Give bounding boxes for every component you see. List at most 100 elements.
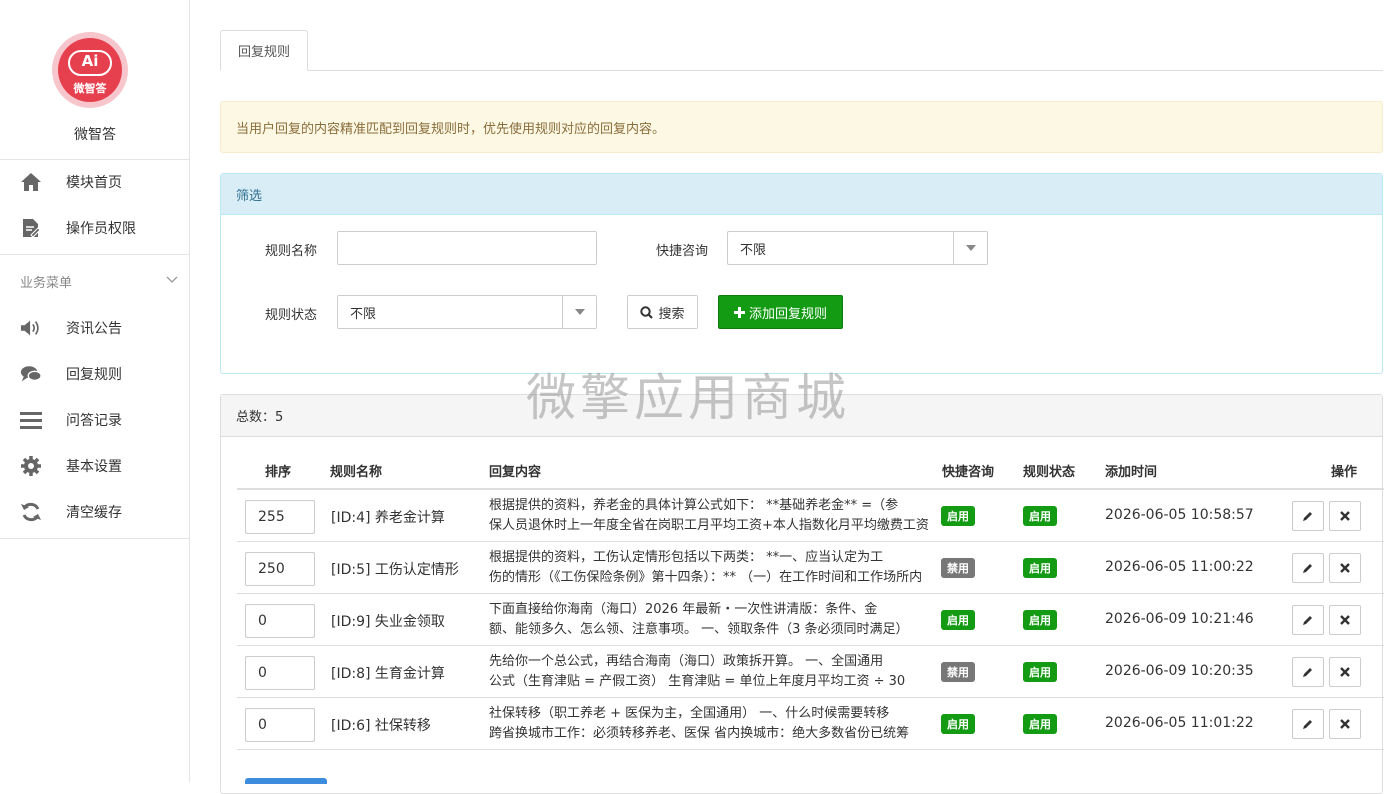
chevron-down-icon bbox=[562, 296, 596, 328]
section-title: 业务菜单 bbox=[20, 276, 73, 291]
delete-button[interactable] bbox=[1329, 709, 1361, 739]
edit-button[interactable] bbox=[1292, 501, 1324, 531]
col-actions: 操作 bbox=[1331, 465, 1358, 480]
close-icon bbox=[1340, 719, 1350, 729]
rule-status-label: 规则状态 bbox=[265, 308, 318, 323]
sidebar-item-home[interactable]: 模块首页 bbox=[0, 159, 190, 205]
delete-button[interactable] bbox=[1329, 605, 1361, 635]
rule-name: [ID:4] 养老金计算 bbox=[331, 510, 445, 526]
close-icon bbox=[1340, 563, 1350, 573]
added-time: 2026-06-09 10:20:35 bbox=[1105, 663, 1254, 679]
home-icon bbox=[20, 171, 42, 193]
delete-button[interactable] bbox=[1329, 501, 1361, 531]
pencil-icon bbox=[1303, 564, 1312, 573]
quick-badge[interactable]: 启用 bbox=[941, 610, 975, 630]
col-sort: 排序 bbox=[265, 465, 292, 480]
quick-badge[interactable]: 启用 bbox=[941, 714, 975, 734]
reply-content: 根据提供的资料，工伤认定情形包括以下两类： **一、应当认定为工 伤的情形（《工伤… bbox=[489, 550, 923, 585]
refresh-icon bbox=[20, 501, 42, 523]
added-time: 2026-06-05 10:58:57 bbox=[1105, 507, 1254, 523]
col-time: 添加时间 bbox=[1105, 465, 1158, 480]
table-row: 250 [ID:5] 工伤认定情形 根据提供的资料，工伤认定情形包括以下两类： … bbox=[237, 542, 1384, 594]
rule-name-label: 规则名称 bbox=[265, 244, 318, 259]
rule-name: [ID:8] 生育金计算 bbox=[331, 666, 445, 682]
sidebar-item-operators[interactable]: 操作员权限 bbox=[0, 205, 190, 251]
bottom-button[interactable] bbox=[245, 778, 327, 784]
sidebar: Ai 微智答 微智答 模块首页 操作员权限 业务菜单 资讯公告 回复规则 问答记… bbox=[0, 0, 190, 782]
chevron-down-icon bbox=[953, 232, 987, 264]
search-button[interactable]: 搜索 bbox=[627, 295, 698, 329]
comments-icon bbox=[20, 363, 42, 385]
sort-input[interactable]: 255 bbox=[245, 500, 315, 534]
rule-status-value: 不限 bbox=[350, 306, 377, 322]
edit-button[interactable] bbox=[1292, 605, 1324, 635]
reply-content: 根据提供的资料，养老金的具体计算公式如下： **基础养老金** =（参 保人员退休… bbox=[489, 498, 929, 533]
gear-icon bbox=[20, 455, 42, 477]
status-badge[interactable]: 启用 bbox=[1023, 662, 1057, 682]
total-count: 总数：5 bbox=[221, 395, 1382, 437]
added-time: 2026-06-09 10:21:46 bbox=[1105, 611, 1254, 627]
filter-panel-title: 筛选 bbox=[221, 174, 1382, 215]
volume-icon bbox=[20, 317, 42, 339]
tab-reply-rules[interactable]: 回复规则 bbox=[220, 30, 308, 71]
quick-consult-select[interactable]: 不限 bbox=[727, 231, 988, 265]
list-icon bbox=[20, 409, 42, 431]
quick-badge[interactable]: 启用 bbox=[941, 506, 975, 526]
rule-name: [ID:6] 社保转移 bbox=[331, 718, 431, 734]
info-alert: 当用户回复的内容精准匹配到回复规则时，优先使用规则对应的回复内容。 bbox=[220, 101, 1383, 153]
sort-input[interactable]: 0 bbox=[245, 656, 315, 690]
close-icon bbox=[1340, 667, 1350, 677]
sidebar-item-qa-records[interactable]: 问答记录 bbox=[0, 397, 190, 443]
col-name: 规则名称 bbox=[330, 465, 383, 480]
reply-content: 下面直接给你海南（海口）2026 年最新・一次性讲清版：条件、金 额、能领多久、怎… bbox=[489, 602, 909, 637]
app-logo: Ai 微智答 bbox=[52, 32, 128, 108]
table-row: 0 [ID:6] 社保转移 社保转移（职工养老 + 医保为主，全国通用） 一、什… bbox=[237, 698, 1384, 750]
plus-icon bbox=[733, 306, 745, 318]
added-time: 2026-06-05 11:01:22 bbox=[1105, 715, 1254, 731]
reply-content: 先给你一个总公式，再结合海南（海口）政策拆开算。 一、全国通用 公式（生育津贴 =… bbox=[489, 654, 906, 689]
status-badge[interactable]: 启用 bbox=[1023, 610, 1057, 630]
edit-button[interactable] bbox=[1292, 657, 1324, 687]
table-row: 0 [ID:8] 生育金计算 先给你一个总公式，再结合海南（海口）政策拆开算。 … bbox=[237, 646, 1384, 698]
quick-consult-label: 快捷咨询 bbox=[656, 244, 709, 259]
tab-bar: 回复规则 bbox=[220, 30, 1383, 71]
sidebar-item-clear-cache[interactable]: 清空缓存 bbox=[0, 489, 190, 535]
pencil-icon bbox=[1303, 668, 1312, 677]
delete-button[interactable] bbox=[1329, 553, 1361, 583]
search-icon bbox=[640, 305, 654, 319]
rule-status-select[interactable]: 不限 bbox=[337, 295, 597, 329]
close-icon bbox=[1340, 615, 1350, 625]
rule-list-panel: 总数：5 排序 规则名称 回复内容 快捷咨询 规则状态 添加时间 操作 255 … bbox=[220, 394, 1384, 794]
reply-content: 社保转移（职工养老 + 医保为主，全国通用） 一、什么时候需要转移 跨省换城市工作… bbox=[489, 706, 910, 741]
status-badge[interactable]: 启用 bbox=[1023, 558, 1057, 578]
col-quick: 快捷咨询 bbox=[942, 465, 995, 480]
table-row: 0 [ID:9] 失业金领取 下面直接给你海南（海口）2026 年最新・一次性讲… bbox=[237, 594, 1384, 646]
edit-button[interactable] bbox=[1292, 709, 1324, 739]
sort-input[interactable]: 0 bbox=[245, 708, 315, 742]
delete-button[interactable] bbox=[1329, 657, 1361, 687]
add-rule-button[interactable]: 添加回复规则 bbox=[718, 295, 843, 329]
chevron-down-icon[interactable] bbox=[166, 274, 178, 286]
pencil-icon bbox=[1303, 720, 1312, 729]
sidebar-item-reply-rules[interactable]: 回复规则 bbox=[0, 351, 190, 397]
filter-panel: 筛选 规则名称 快捷咨询 不限 规则状态 不限 搜索 添加回复规则 bbox=[220, 173, 1383, 374]
added-time: 2026-06-05 11:00:22 bbox=[1105, 559, 1254, 575]
app-name: 微智答 bbox=[74, 127, 116, 143]
sort-input[interactable]: 250 bbox=[245, 552, 315, 586]
col-status: 规则状态 bbox=[1023, 465, 1076, 480]
status-badge[interactable]: 启用 bbox=[1023, 714, 1057, 734]
pencil-icon bbox=[1303, 512, 1312, 521]
sidebar-item-settings[interactable]: 基本设置 bbox=[0, 443, 190, 489]
edit-button[interactable] bbox=[1292, 553, 1324, 583]
status-badge[interactable]: 启用 bbox=[1023, 506, 1057, 526]
sort-input[interactable]: 0 bbox=[245, 604, 315, 638]
rule-name-input[interactable] bbox=[337, 231, 597, 265]
col-content: 回复内容 bbox=[489, 465, 542, 480]
rule-name: [ID:5] 工伤认定情形 bbox=[331, 562, 459, 578]
sidebar-item-news[interactable]: 资讯公告 bbox=[0, 305, 190, 351]
quick-badge[interactable]: 禁用 bbox=[941, 662, 975, 682]
quick-consult-value: 不限 bbox=[740, 242, 767, 258]
table-row: 255 [ID:4] 养老金计算 根据提供的资料，养老金的具体计算公式如下： *… bbox=[237, 490, 1384, 542]
rule-name: [ID:9] 失业金领取 bbox=[331, 614, 445, 630]
quick-badge[interactable]: 禁用 bbox=[941, 558, 975, 578]
